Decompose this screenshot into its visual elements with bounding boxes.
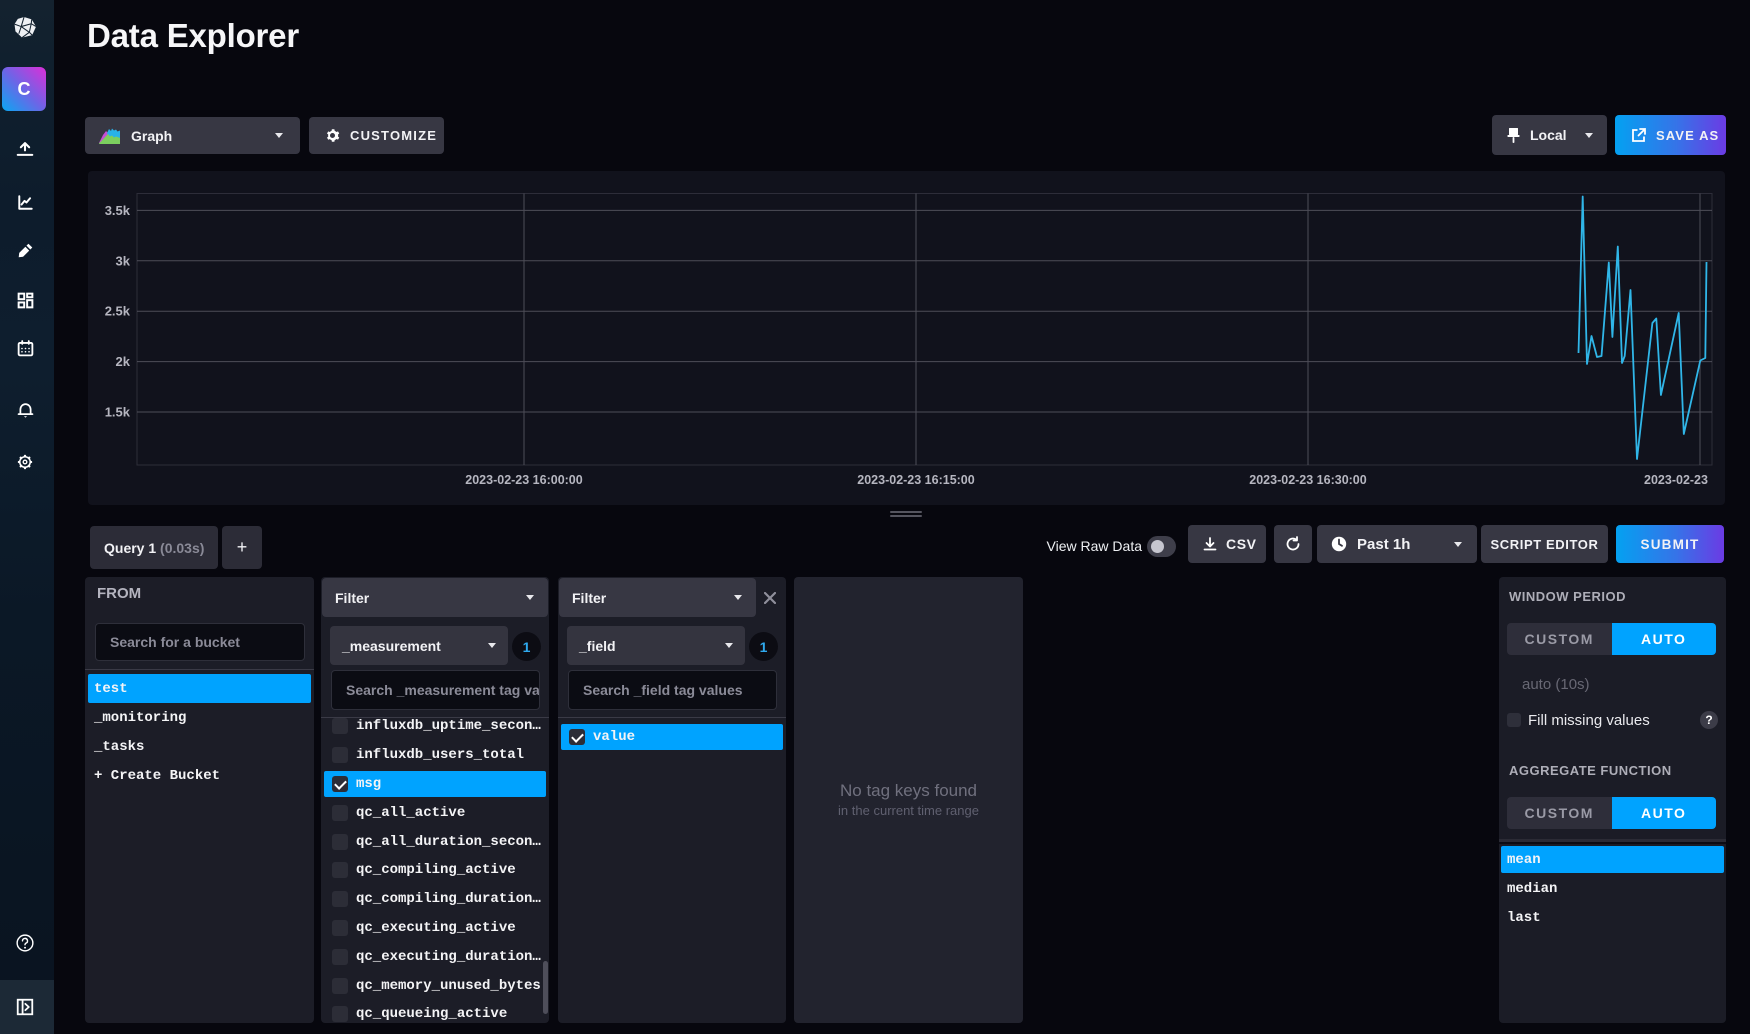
svg-text:3.5k: 3.5k — [105, 203, 131, 218]
svg-text:2023-02-23 16:15:00: 2023-02-23 16:15:00 — [857, 473, 974, 487]
svg-text:2k: 2k — [116, 354, 131, 369]
svg-text:1.5k: 1.5k — [105, 405, 131, 420]
svg-text:2023-02-23 16:00:00: 2023-02-23 16:00:00 — [465, 473, 582, 487]
svg-text:2.5k: 2.5k — [105, 304, 131, 319]
svg-text:2023-02-23 16:30:00: 2023-02-23 16:30:00 — [1249, 473, 1366, 487]
svg-text:2023-02-23: 2023-02-23 — [1644, 473, 1708, 487]
svg-text:3k: 3k — [116, 253, 131, 268]
